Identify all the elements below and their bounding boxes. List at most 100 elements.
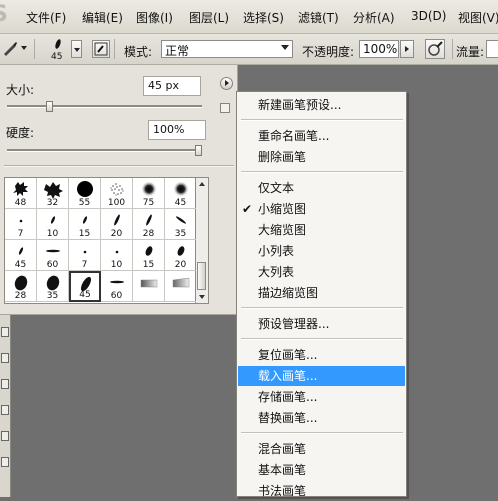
brush-preset-cell[interactable] [133,271,165,302]
brush-preset-cell[interactable]: 10 [37,209,69,240]
brush-tip-icon [44,182,63,199]
brush-tip-icon [46,275,60,291]
brush-preset-cell[interactable]: 60 [37,240,69,271]
brush-size-label: 20 [174,260,187,270]
menu-item[interactable]: 存储画笔... [238,387,405,407]
menu-view[interactable]: 视图(V) [458,9,498,26]
divider [34,39,35,59]
scroll-thumb[interactable] [197,262,206,290]
menu-item[interactable]: 大缩览图 [238,220,405,240]
size-slider-thumb[interactable] [45,101,53,112]
brush-preset-cell[interactable]: 32 [37,178,69,209]
brush-preset-cell[interactable]: 15 [69,209,101,240]
tool-icon[interactable] [1,353,9,363]
brush-tip-icon [46,249,60,253]
brush-tip-icon [18,247,24,255]
brush-size-label: 28 [142,229,155,239]
menu-file[interactable]: 文件(F) [26,9,66,26]
menu-item-label: 小列表 [258,244,295,258]
menu-bar: S 文件(F) 编辑(E) 图像(I) 图层(L) 选择(S) 滤镜(T) 分析… [0,0,498,34]
menu-item[interactable]: 小列表 [238,241,405,261]
tool-icon[interactable] [1,327,9,337]
brush-size-label: 15 [142,260,155,270]
tool-icon[interactable] [1,405,9,415]
tablet-pressure-opacity-button[interactable] [425,39,445,59]
scroll-down-icon[interactable] [199,295,205,299]
menu-item[interactable]: 仅文本 [238,178,405,198]
brush-preset-cell[interactable]: 100 [101,178,133,209]
brush-size-label: 32 [46,198,59,208]
menu-item[interactable]: 载入画笔... [238,366,405,386]
menu-analysis[interactable]: 分析(A) [353,9,395,26]
brush-picker-arrow-button[interactable] [71,40,82,58]
brush-preset-cell[interactable]: 45 [5,240,37,271]
menu-separator [241,432,403,434]
menu-image[interactable]: 图像(I) [136,9,173,26]
menu-item[interactable]: 新建画笔预设... [238,95,405,115]
options-bar: 45 模式: 正常 不透明度: 100% 流量: [0,34,498,65]
menu-item[interactable]: ✔ 小缩览图 [238,199,405,219]
tools-panel [0,315,11,497]
brush-size-value: 45 [51,52,63,62]
size-slider-track[interactable] [7,105,202,108]
menu-item[interactable]: 描边缩览图 [238,283,405,303]
brush-preset-cell[interactable]: 20 [101,209,133,240]
tool-icon[interactable] [1,431,9,441]
brush-size-label: 35 [46,291,59,301]
airbrush-icon [428,41,443,56]
brush-preset-cell[interactable]: 45 [69,271,101,302]
opacity-slider-button[interactable] [400,40,414,58]
brush-preset-cell[interactable]: 7 [69,240,101,271]
tool-icon[interactable] [1,379,9,389]
toggle-brush-panel-button[interactable] [92,40,110,58]
brush-tip-icon [83,250,87,254]
brush-tip-icon [177,246,185,256]
brush-preset-cell[interactable]: 15 [133,240,165,271]
brush-preset-cell[interactable]: 28 [5,271,37,302]
tool-icon[interactable] [1,457,9,467]
panel-menu-button[interactable] [220,77,233,90]
brush-preset-cell[interactable]: 45 [165,178,197,209]
menu-item-label: 删除画笔 [258,150,307,164]
size-input[interactable]: 45 px [143,76,201,96]
brush-preset-cell[interactable]: 35 [165,209,197,240]
flow-label: 流量: [456,45,485,59]
tool-preset-dropdown-icon[interactable] [21,46,27,50]
brush-preset-cell[interactable]: 10 [101,240,133,271]
brush-preset-cell[interactable] [165,271,197,302]
brush-preset-cell[interactable]: 20 [165,240,197,271]
brush-preset-cell[interactable]: 48 [5,178,37,209]
menu-item[interactable]: 复位画笔... [238,345,405,365]
brush-preset-cell[interactable]: 55 [69,178,101,209]
menu-edit[interactable]: 编辑(E) [82,9,123,26]
hardness-slider-track[interactable] [7,149,202,152]
hardness-slider-thumb[interactable] [195,145,202,156]
brush-tool-icon[interactable] [2,40,18,56]
brush-grid-scrollbar[interactable] [196,177,209,304]
brush-preset-cell[interactable]: 28 [133,209,165,240]
menu-item[interactable]: 基本画笔 [238,460,405,480]
menu-3d[interactable]: 3D(D) [411,9,446,23]
menu-select[interactable]: 选择(S) [243,9,284,26]
brush-preset-cell[interactable]: 75 [133,178,165,209]
menu-item-label: 仅文本 [258,181,295,195]
brush-preset-cell[interactable]: 35 [37,271,69,302]
new-preset-icon[interactable] [220,103,230,113]
menu-item[interactable]: 书法画笔 [238,481,405,501]
blend-mode-select[interactable]: 正常 [161,40,293,58]
menu-item[interactable]: 大列表 [238,262,405,282]
menu-layer[interactable]: 图层(L) [189,9,229,26]
opacity-input[interactable]: 100% [359,40,399,58]
hardness-input[interactable]: 100% [148,120,206,140]
menu-item[interactable]: 混合画笔 [238,439,405,459]
brush-preset-cell[interactable]: 60 [101,271,133,302]
menu-item[interactable]: 删除画笔 [238,147,405,167]
menu-item[interactable]: 重命名画笔... [238,126,405,146]
brush-preset-cell[interactable]: 7 [5,209,37,240]
menu-item[interactable]: 替换画笔... [238,408,405,428]
flow-input[interactable] [486,40,498,58]
brush-preset-picker[interactable]: 45 [47,37,69,63]
menu-item[interactable]: 预设管理器... [238,314,405,334]
scroll-up-icon[interactable] [199,182,205,186]
menu-filter[interactable]: 滤镜(T) [298,9,339,26]
